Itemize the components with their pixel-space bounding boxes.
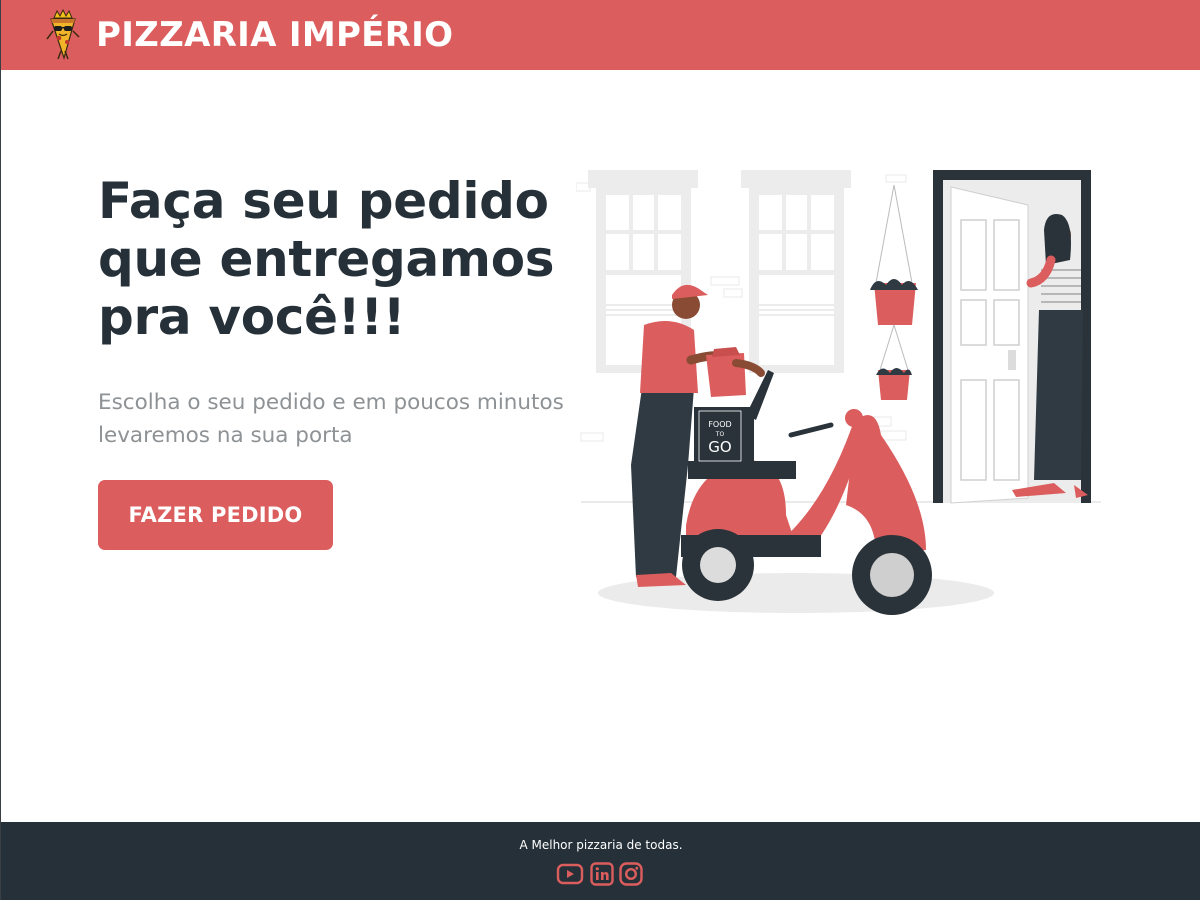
linkedin-icon[interactable]	[590, 862, 614, 886]
instagram-icon[interactable]	[619, 862, 643, 886]
hero-title-line-3: pra você!!!	[98, 288, 406, 346]
footer: A Melhor pizzaria de todas.	[1, 822, 1200, 900]
hanging-plants	[870, 184, 918, 400]
hero-title: Faça seu pedido que entregamos pra você!…	[98, 172, 588, 346]
youtube-icon[interactable]	[556, 862, 584, 886]
hero-subtitle-line-2: levaremos na sua porta	[98, 423, 353, 448]
order-button[interactable]: FAZER PEDIDO	[98, 480, 333, 550]
hero-subtitle-line-1: Escolha o seu pedido e em poucos minutos	[98, 390, 564, 415]
hero-subtitle: Escolha o seu pedido e em poucos minutos…	[98, 386, 578, 452]
hero-title-line-1: Faça seu pedido	[98, 172, 549, 230]
delivery-scooter-illustration: FOOD TO GO	[575, 165, 1106, 620]
box-text-food: FOOD	[708, 420, 731, 429]
top-navbar: PIZZARIA IMPÉRIO	[1, 0, 1200, 70]
brand-title[interactable]: PIZZARIA IMPÉRIO	[96, 14, 453, 56]
house-door	[933, 170, 1091, 504]
box-text-go: GO	[708, 438, 731, 456]
footer-tagline: A Melhor pizzaria de todas.	[519, 838, 683, 852]
page: PIZZARIA IMPÉRIO Faça seu pedido que ent…	[0, 0, 1200, 900]
window-right	[741, 170, 851, 373]
hero-title-line-2: que entregamos	[98, 230, 555, 288]
pizza-king-mascot-icon[interactable]	[45, 8, 81, 61]
box-text-to: TO	[715, 431, 725, 438]
